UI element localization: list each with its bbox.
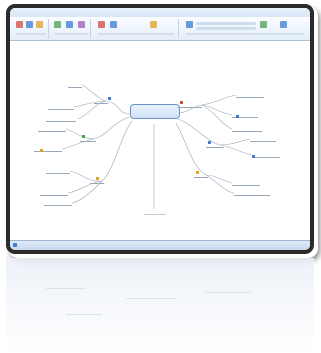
subtopic-node[interactable] (46, 115, 76, 122)
subtopic-node[interactable] (48, 103, 74, 110)
monitor-frame (6, 4, 314, 254)
cut-icon[interactable] (26, 21, 33, 28)
topic-node[interactable] (94, 97, 108, 104)
insert-subtopic-icon[interactable] (66, 21, 73, 28)
branch-line (201, 104, 233, 116)
relationship-icon[interactable] (98, 21, 105, 28)
branch-line (201, 94, 237, 106)
group-label-format (186, 33, 304, 35)
subtopic-node[interactable] (34, 145, 62, 152)
layout-icon[interactable] (150, 21, 157, 28)
subtopic-node[interactable] (232, 125, 262, 132)
reflection-line (206, 292, 250, 293)
group-label-insert (54, 33, 88, 35)
status-bar (10, 240, 310, 250)
subtopic-node[interactable] (252, 151, 280, 158)
subtopic-node[interactable] (40, 189, 68, 196)
document-icon (13, 243, 17, 247)
subtopic-node[interactable] (234, 189, 270, 196)
subtopic-node[interactable] (38, 125, 66, 132)
mindmap-canvas[interactable] (10, 41, 310, 241)
task-icon (196, 171, 199, 174)
group-label-objects (98, 33, 174, 35)
task-icon (208, 141, 211, 144)
note-icon (252, 155, 255, 158)
branch-line (219, 144, 253, 156)
subtopic-node[interactable] (68, 81, 82, 88)
note-icon (236, 115, 239, 118)
branch-line (101, 120, 133, 182)
branch-line (201, 104, 233, 130)
branch-line (175, 122, 207, 176)
ribbon-toolbar (10, 17, 310, 41)
subtopic-node[interactable] (236, 91, 264, 98)
ribbon-divider (90, 19, 91, 38)
reflection-line (66, 314, 102, 315)
reflection-line (126, 298, 176, 299)
task-icon (108, 97, 111, 100)
priority-icon (180, 101, 183, 104)
central-topic[interactable] (130, 104, 180, 119)
reflection-fade (6, 258, 314, 353)
branch-line (105, 100, 131, 115)
branch-line (219, 138, 251, 146)
ribbon-divider (48, 19, 49, 38)
subtopic-node[interactable] (232, 179, 260, 186)
app-window (10, 8, 310, 250)
branch-line (205, 174, 233, 184)
paste-icon[interactable] (16, 21, 23, 28)
branch-line (71, 180, 103, 204)
styles-icon[interactable] (260, 21, 267, 28)
window-reflection (6, 258, 314, 353)
subtopic-node[interactable] (46, 167, 70, 174)
branch-line (93, 116, 131, 140)
branch-line (205, 174, 235, 194)
font-icon[interactable] (186, 21, 193, 28)
insert-topic-icon[interactable] (54, 21, 61, 28)
find-icon[interactable] (280, 21, 287, 28)
group-label-clipboard (16, 33, 46, 35)
ribbon-divider (178, 19, 179, 38)
copy-icon[interactable] (36, 21, 43, 28)
subtopic-node[interactable] (250, 135, 276, 142)
task-icon (96, 177, 99, 180)
task-icon (82, 135, 85, 138)
font-name-field[interactable] (196, 22, 256, 25)
subtopic-node[interactable] (44, 199, 72, 206)
font-format-row[interactable] (196, 27, 256, 30)
boundary-icon[interactable] (110, 21, 117, 28)
note-icon (40, 149, 43, 152)
floating-topic[interactable] (144, 209, 166, 215)
reflection-line (46, 288, 86, 289)
callout-icon[interactable] (78, 21, 85, 28)
